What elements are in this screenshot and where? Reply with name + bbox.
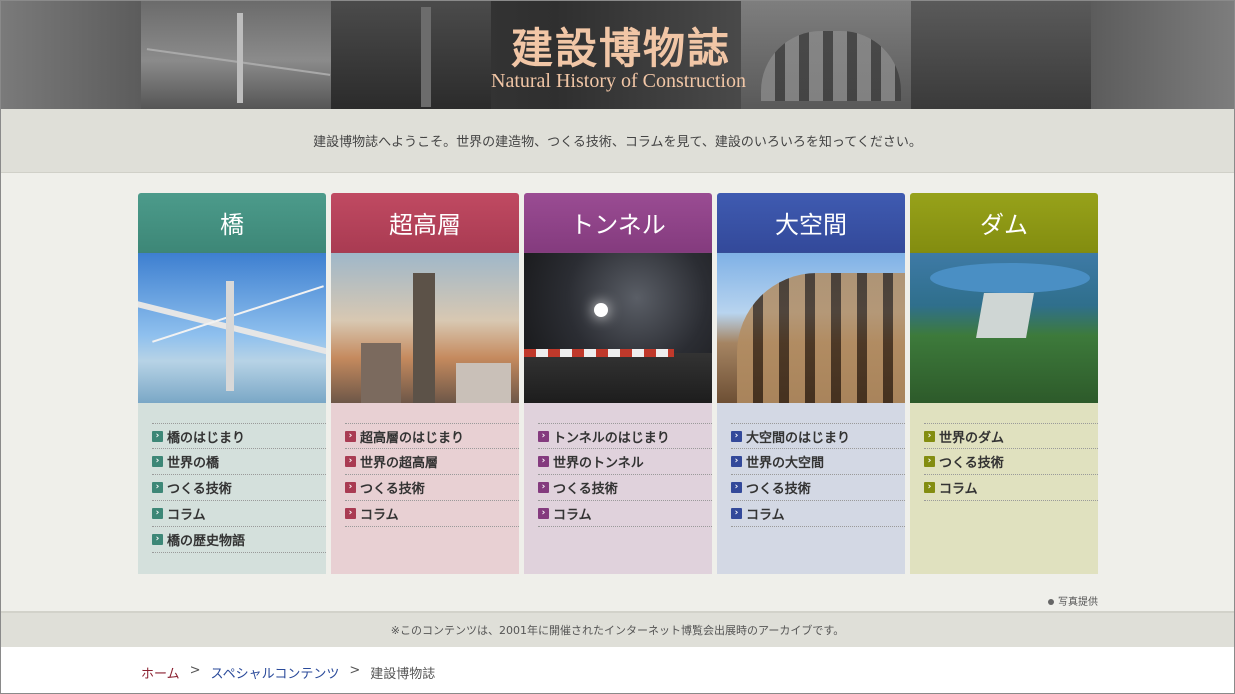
banner-photo-edge-left [1,1,141,109]
banner-photo-edge-right [1091,1,1234,109]
chevron-right-icon: › [731,456,742,467]
chevron-right-icon: › [924,456,935,467]
breadcrumb-separator: > [349,663,361,678]
tunnel-link-list: › トンネルのはじまり › 世界のトンネル › つくる技術 › コラム [524,403,712,574]
bullet-icon [1048,599,1054,605]
photo-credit-link[interactable]: 写真提供 [1048,593,1098,608]
chevron-right-icon: › [345,456,356,467]
large-space-link-world[interactable]: › 世界の大空間 [731,449,905,475]
header-banner: 建設博物誌 Natural History of Construction [1,1,1234,109]
skyscraper-photo[interactable] [331,253,519,403]
chevron-right-icon: › [152,508,163,519]
category-title-skyscraper[interactable]: 超高層 [331,193,519,253]
category-card-bridge: 橋 › 橋のはじまり › 世界の橋 › つくる技術 › コラム › 橋の歴史物語 [138,193,326,574]
banner-bridge-tower [237,13,243,103]
bridge-link-column[interactable]: › コラム [152,501,326,527]
chevron-right-icon: › [152,456,163,467]
tunnel-link-technique[interactable]: › つくる技術 [538,475,712,501]
tunnel-link-column[interactable]: › コラム [538,501,712,527]
category-title-bridge[interactable]: 橋 [138,193,326,253]
chevron-right-icon: › [345,430,356,442]
breadcrumb-home[interactable]: ホーム [141,663,180,682]
chevron-right-icon: › [924,482,935,493]
welcome-message: 建設博物誌へようこそ。世界の建造物、つくる技術、コラムを見て、建設のいろいろを知… [1,109,1234,173]
category-card-large-space: 大空間 › 大空間のはじまり › 世界の大空間 › つくる技術 › コラム [717,193,905,574]
bridge-link-history[interactable]: › 橋の歴史物語 [152,527,326,553]
dam-photo[interactable] [910,253,1098,403]
category-title-large-space[interactable]: 大空間 [717,193,905,253]
large-space-link-technique[interactable]: › つくる技術 [731,475,905,501]
chevron-right-icon: › [152,482,163,493]
chevron-right-icon: › [345,482,356,493]
skyscraper-link-column[interactable]: › コラム [345,501,519,527]
archive-note: ※このコンテンツは、2001年に開催されたインターネット博覧会出展時のアーカイブ… [1,611,1234,647]
tunnel-link-origin[interactable]: › トンネルのはじまり [538,423,712,449]
breadcrumb-current: 建設博物誌 [370,667,436,682]
skyscraper-link-origin[interactable]: › 超高層のはじまり [345,423,519,449]
tunnel-photo[interactable] [524,253,712,403]
chevron-right-icon: › [538,508,549,519]
site-title: 建設博物誌 [510,24,731,73]
large-space-link-column[interactable]: › コラム [731,501,905,527]
breadcrumb-special-contents[interactable]: スペシャルコンテンツ [211,663,340,682]
skyscraper-link-world[interactable]: › 世界の超高層 [345,449,519,475]
chevron-right-icon: › [152,430,163,442]
chevron-right-icon: › [538,482,549,493]
large-space-link-origin[interactable]: › 大空間のはじまり [731,423,905,449]
site-subtitle: Natural History of Construction [491,70,746,92]
category-card-dam: ダム › 世界のダム › つくる技術 › コラム [910,193,1098,574]
chevron-right-icon: › [345,508,356,519]
dam-link-list: › 世界のダム › つくる技術 › コラム [910,403,1098,574]
colosseum-photo[interactable] [717,253,905,403]
bridge-link-list: › 橋のはじまり › 世界の橋 › つくる技術 › コラム › 橋の歴史物語 [138,403,326,574]
chevron-right-icon: › [152,534,163,545]
breadcrumb-separator: > [189,663,201,678]
chevron-right-icon: › [924,430,935,442]
bridge-link-origin[interactable]: › 橋のはじまり [152,423,326,449]
category-title-tunnel[interactable]: トンネル [524,193,712,253]
category-card-skyscraper: 超高層 › 超高層のはじまり › 世界の超高層 › つくる技術 › コラム [331,193,519,574]
skyscraper-link-list: › 超高層のはじまり › 世界の超高層 › つくる技術 › コラム [331,403,519,574]
large-space-link-list: › 大空間のはじまり › 世界の大空間 › つくる技術 › コラム [717,403,905,574]
banner-photo-statue [911,1,1091,109]
category-area: 橋 › 橋のはじまり › 世界の橋 › つくる技術 › コラム › 橋の歴史物語 超高層 … [1,173,1234,611]
bridge-link-technique[interactable]: › つくる技術 [152,475,326,501]
dam-link-technique[interactable]: › つくる技術 [924,449,1098,475]
chevron-right-icon: › [731,430,742,442]
category-title-dam[interactable]: ダム [910,193,1098,253]
breadcrumb: ホーム > スペシャルコンテンツ > 建設博物誌 [141,663,435,682]
banner-skyscraper-spire [421,7,431,107]
bridge-photo[interactable] [138,253,326,403]
chevron-right-icon: › [538,430,549,442]
chevron-right-icon: › [731,482,742,493]
category-card-tunnel: トンネル › トンネルのはじまり › 世界のトンネル › つくる技術 › コラム [524,193,712,574]
bridge-link-world[interactable]: › 世界の橋 [152,449,326,475]
chevron-right-icon: › [731,508,742,519]
skyscraper-link-technique[interactable]: › つくる技術 [345,475,519,501]
dam-link-world[interactable]: › 世界のダム [924,423,1098,449]
chevron-right-icon: › [538,456,549,467]
banner-photo-bridge [141,1,331,109]
tunnel-link-world[interactable]: › 世界のトンネル [538,449,712,475]
dam-link-column[interactable]: › コラム [924,475,1098,501]
